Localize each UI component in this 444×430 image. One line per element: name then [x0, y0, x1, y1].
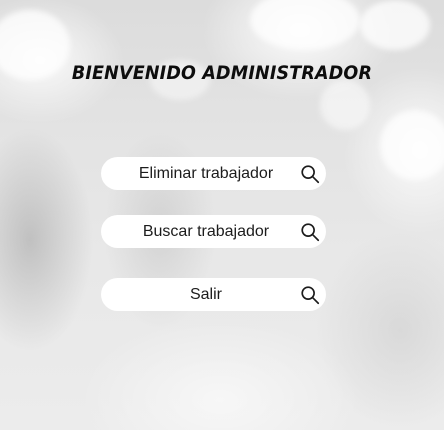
page-title: BIENVENIDO ADMINISTRADOR [71, 62, 373, 84]
search-icon [301, 223, 320, 242]
bokeh-light [320, 80, 370, 130]
delete-worker-label: Eliminar trabajador [138, 165, 274, 182]
search-worker-button[interactable]: Buscar trabajador [101, 215, 326, 248]
delete-worker-button[interactable]: Eliminar trabajador [101, 157, 326, 190]
search-icon [301, 286, 320, 305]
bokeh-light [380, 110, 444, 180]
search-icon [301, 165, 320, 184]
search-worker-label: Buscar trabajador [142, 223, 270, 240]
exit-label: Salir [189, 286, 222, 303]
bokeh-light [250, 0, 360, 50]
bokeh-light [360, 0, 430, 50]
exit-button[interactable]: Salir [101, 278, 326, 311]
